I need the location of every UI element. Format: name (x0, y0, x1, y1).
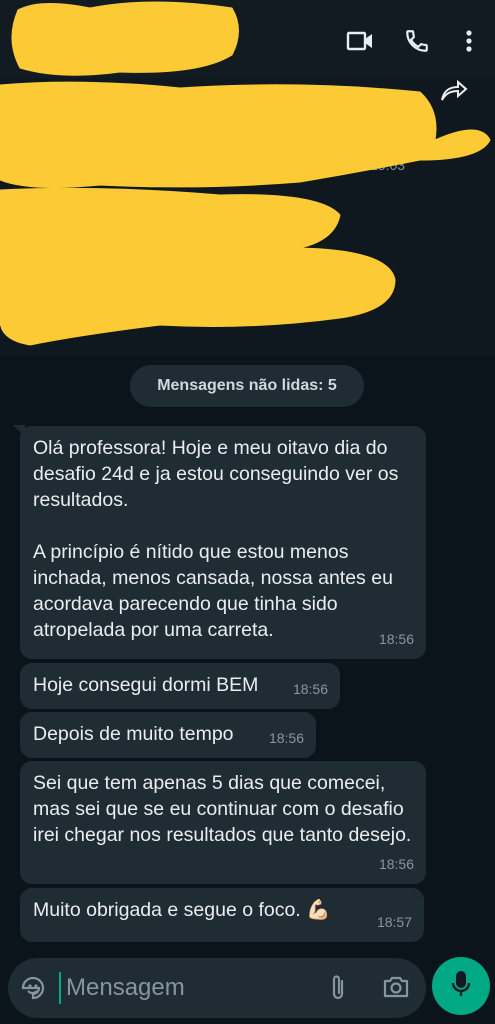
unread-messages-label: Mensagens não lidas: 5 (157, 377, 337, 394)
message-text: Muito obrigada e segue o foco. 💪🏻 (33, 899, 331, 921)
microphone-icon (450, 969, 472, 1004)
message-text: Depois de muito tempo (33, 723, 234, 745)
unread-messages-badge: Mensagens não lidas: 5 (130, 365, 364, 407)
attach-icon[interactable] (327, 973, 349, 1008)
message-bubble[interactable]: Depois de muito tempo 18:56 (20, 712, 316, 758)
message-text: Sei que tem apenas 5 dias que comecei, m… (33, 772, 412, 846)
message-text: Olá professora! Hoje e meu oitavo dia do… (33, 437, 399, 641)
message-time: 18:56 (378, 856, 414, 872)
message-time: 18:57 (376, 914, 412, 930)
chat-header (0, 0, 495, 78)
message-text: Hoje consegui dormi BEM (33, 674, 259, 696)
message-time: 18:56 (378, 631, 414, 647)
message-bubble[interactable]: Hoje consegui dormi BEM 18:56 (20, 663, 340, 709)
message-time: 18:56 (292, 681, 328, 697)
message-composer[interactable]: Mensagem (8, 958, 426, 1018)
forward-icon[interactable] (438, 78, 470, 109)
message-input[interactable]: Mensagem (66, 974, 185, 1002)
previous-messages-area (0, 78, 495, 356)
message-bubble[interactable]: Sei que tem apenas 5 dias que comecei, m… (20, 761, 426, 884)
camera-icon[interactable] (382, 974, 410, 1005)
phone-icon[interactable] (400, 24, 434, 58)
message-bubble[interactable]: Muito obrigada e segue o foco. 💪🏻 18:57 (20, 888, 424, 942)
previous-message-time: 15:03 (370, 157, 406, 173)
message-time: 18:56 (268, 730, 304, 746)
more-vertical-icon[interactable] (452, 24, 486, 58)
text-caret (59, 972, 61, 1004)
sticker-icon[interactable] (19, 974, 47, 1007)
voice-message-button[interactable] (432, 957, 490, 1015)
message-bubble[interactable]: Olá professora! Hoje e meu oitavo dia do… (20, 426, 426, 659)
video-camera-icon[interactable] (343, 24, 377, 58)
